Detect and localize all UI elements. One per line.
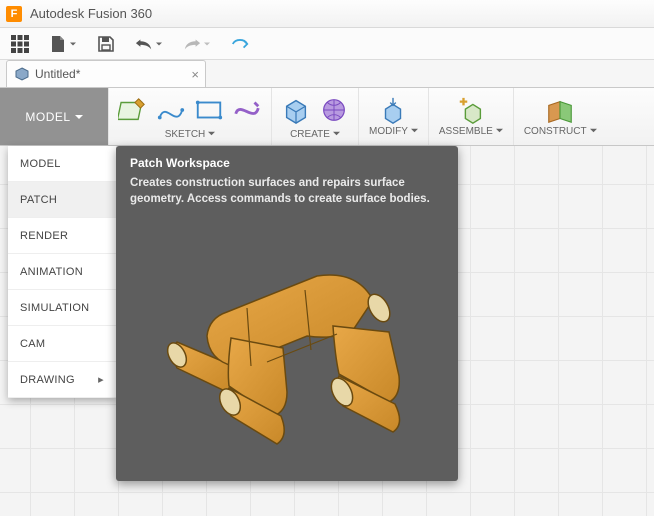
undo-caret-icon[interactable] <box>156 41 164 47</box>
quick-access-toolbar <box>0 28 654 60</box>
workspace-menu: MODEL PATCH RENDER ANIMATION SIMULATION … <box>8 146 116 398</box>
sculpt-body-icon[interactable] <box>318 94 350 126</box>
app-logo-icon: F <box>6 6 22 22</box>
ribbon-group-construct[interactable]: CONSTRUCT <box>513 88 607 145</box>
ribbon-group-assemble[interactable]: ASSEMBLE <box>428 88 513 145</box>
workspace-switcher-button[interactable]: MODEL <box>0 88 108 145</box>
document-tab[interactable]: Untitled* × <box>6 60 206 87</box>
tooltip-title: Patch Workspace <box>130 156 444 170</box>
box-icon[interactable] <box>280 94 312 126</box>
redo-caret-icon[interactable] <box>204 41 212 47</box>
title-bar: F Autodesk Fusion 360 <box>0 0 654 28</box>
tooltip-preview-image <box>130 217 444 467</box>
construct-plane-icon <box>544 95 576 127</box>
workspace-item-simulation[interactable]: SIMULATION <box>8 290 116 326</box>
workspace-tooltip: Patch Workspace Creates construction sur… <box>116 146 458 481</box>
document-tab-strip: Untitled* × <box>0 60 654 88</box>
document-tab-title: Untitled* <box>35 67 80 81</box>
workspace-item-render[interactable]: RENDER <box>8 218 116 254</box>
spline-icon[interactable] <box>155 94 187 126</box>
redo-icon[interactable] <box>182 34 202 54</box>
close-tab-icon[interactable]: × <box>191 67 199 82</box>
workspace-item-model[interactable]: MODEL <box>8 146 116 182</box>
undo-icon[interactable] <box>134 34 154 54</box>
app-title: Autodesk Fusion 360 <box>30 6 152 21</box>
save-icon[interactable] <box>96 34 116 54</box>
extension-icon[interactable] <box>230 34 250 54</box>
workspace-item-animation[interactable]: ANIMATION <box>8 254 116 290</box>
workspace-item-drawing[interactable]: DRAWING ▸ <box>8 362 116 398</box>
document-cube-icon <box>15 67 29 81</box>
ribbon-group-create: CREATE <box>271 88 358 145</box>
file-menu-caret-icon[interactable] <box>70 41 78 47</box>
sculpt-icon[interactable] <box>231 94 263 126</box>
ribbon-toolbar: MODEL SKETCH <box>0 88 654 146</box>
ribbon-label-sketch[interactable]: SKETCH <box>165 128 216 142</box>
ribbon-group-modify[interactable]: MODIFY <box>358 88 428 145</box>
ribbon-label-create[interactable]: CREATE <box>290 128 340 142</box>
workspace-label: MODEL <box>25 110 70 124</box>
tooltip-body: Creates construction surfaces and repair… <box>130 176 444 207</box>
submenu-arrow-icon: ▸ <box>98 373 104 386</box>
grid-icon[interactable] <box>10 34 30 54</box>
file-icon[interactable] <box>48 34 68 54</box>
rectangle-icon[interactable] <box>193 94 225 126</box>
new-sketch-icon[interactable] <box>117 94 149 126</box>
caret-down-icon <box>75 110 83 124</box>
workspace-item-patch[interactable]: PATCH <box>8 182 116 218</box>
ribbon-group-sketch: SKETCH <box>108 88 271 145</box>
workspace-item-cam[interactable]: CAM <box>8 326 116 362</box>
press-pull-icon <box>377 95 409 127</box>
new-component-icon <box>455 95 487 127</box>
